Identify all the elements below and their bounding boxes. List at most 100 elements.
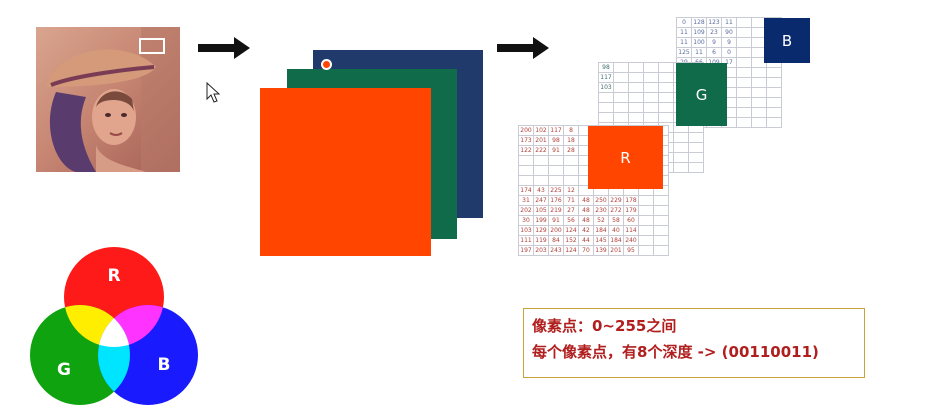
matrix-cell: 119: [533, 235, 549, 246]
matrix-cell: [751, 87, 767, 98]
matrix-cell: 71: [563, 195, 579, 206]
matrix-cell: [548, 175, 564, 186]
matrix-cell: 31: [518, 195, 534, 206]
matrix-cell: [736, 97, 752, 108]
matrix-cell: 200: [548, 225, 564, 236]
matrix-cell: 102: [533, 125, 549, 136]
matrix-cell: [653, 245, 669, 256]
matrix-cell: 109: [691, 27, 707, 38]
matrix-cell: 122: [518, 145, 534, 156]
matrix-cell: [736, 77, 752, 88]
matrix-cell: [518, 175, 534, 186]
matrix-row: 111 119 84 152 44 145 184 240: [518, 235, 669, 246]
matrix-cell: 27: [563, 205, 579, 216]
matrix-cell: 152: [563, 235, 579, 246]
matrix-cell: 11: [691, 47, 707, 58]
matrix-cell: [673, 132, 689, 143]
matrix-cell: 243: [548, 245, 564, 256]
matrix-cell: [563, 155, 579, 166]
matrix-cell: 52: [593, 215, 609, 226]
matrix-cell: [643, 62, 659, 73]
matrix-cell: 9: [706, 37, 722, 48]
matrix-cell: [751, 117, 767, 128]
matrix-cell: [688, 142, 704, 153]
matrix-cell: [751, 67, 767, 78]
matrix-cell: [628, 62, 644, 73]
matrix-cell: [751, 97, 767, 108]
info-box: 像素点：0~255之间 每个像素点，有8个深度 -> (00110011): [523, 308, 865, 378]
matrix-cell: [736, 37, 752, 48]
matrix-cell: 173: [518, 135, 534, 146]
matrix-cell: 111: [518, 235, 534, 246]
matrix-cell: 0: [676, 17, 692, 28]
matrix-cell: 222: [533, 145, 549, 156]
matrix-cell: [736, 117, 752, 128]
matrix-cell: [613, 112, 629, 123]
matrix-cell: 8: [563, 125, 579, 136]
matrix-cell: 48: [578, 215, 594, 226]
matrix-cell: 124: [563, 225, 579, 236]
matrix-cell: [658, 62, 674, 73]
matrix-cell: [628, 112, 644, 123]
matrix-cell: 219: [548, 205, 564, 216]
venn-label-g: G: [57, 360, 71, 380]
matrix-cell: [653, 215, 669, 226]
matrix-cell: 201: [608, 245, 624, 256]
matrix-row: 30 199 91 56 48 52 58 60: [518, 215, 669, 226]
matrix-cell: 229: [608, 195, 624, 206]
matrix-cell: [613, 62, 629, 73]
matrix-cell: [766, 67, 782, 78]
matrix-cell: 60: [623, 215, 639, 226]
matrix-cell: 199: [533, 215, 549, 226]
matrix-cell: [563, 165, 579, 176]
matrix-cell: 11: [676, 27, 692, 38]
matrix-cell: 44: [578, 235, 594, 246]
matrix-cell: 117: [548, 125, 564, 136]
matrix-cell: [653, 205, 669, 216]
matrix-row: 103 129 200 124 42 184 40 114: [518, 225, 669, 236]
matrix-cell: 91: [548, 215, 564, 226]
matrix-cell: 176: [548, 195, 564, 206]
matrix-cell: [653, 225, 669, 236]
matrix-cell: [688, 152, 704, 163]
matrix-cell: 114: [623, 225, 639, 236]
info-line-2: 每个像素点，有8个深度 -> (00110011): [532, 343, 819, 361]
matrix-cell: 84: [548, 235, 564, 246]
source-image: [36, 27, 180, 172]
matrix-cell: 30: [518, 215, 534, 226]
matrix-cell: 28: [563, 145, 579, 156]
mouse-pointer-icon: [206, 82, 221, 103]
channel-label-b: B: [764, 18, 810, 63]
venn-label-r: R: [107, 266, 120, 286]
matrix-cell: 100: [691, 37, 707, 48]
matrix-cell: [598, 102, 614, 113]
matrix-cell: [653, 235, 669, 246]
matrix-cell: 43: [533, 185, 549, 196]
right-arrow-icon: [497, 37, 549, 59]
matrix-cell: 56: [563, 215, 579, 226]
matrix-cell: [673, 142, 689, 153]
matrix-cell: [533, 155, 549, 166]
matrix-cell: [548, 155, 564, 166]
matrix-cell: 42: [578, 225, 594, 236]
matrix-cell: [563, 175, 579, 186]
channel-label-r: R: [588, 126, 663, 189]
matrix-cell: 6: [706, 47, 722, 58]
matrix-cell: [643, 92, 659, 103]
matrix-cell: 123: [706, 17, 722, 28]
matrix-cell: [736, 67, 752, 78]
matrix-cell: 129: [533, 225, 549, 236]
matrix-cell: [638, 195, 654, 206]
matrix-cell: 184: [608, 235, 624, 246]
matrix-cell: 139: [593, 245, 609, 256]
venn-label-b: B: [158, 355, 171, 375]
matrix-cell: 12: [563, 185, 579, 196]
matrix-cell: [533, 175, 549, 186]
matrix-cell: 201: [533, 135, 549, 146]
matrix-cell: 203: [533, 245, 549, 256]
matrix-cell: 98: [598, 62, 614, 73]
matrix-cell: 125: [676, 47, 692, 58]
matrix-cell: 124: [563, 245, 579, 256]
info-line-1: 像素点：0~255之间: [532, 317, 677, 335]
matrix-cell: [638, 225, 654, 236]
